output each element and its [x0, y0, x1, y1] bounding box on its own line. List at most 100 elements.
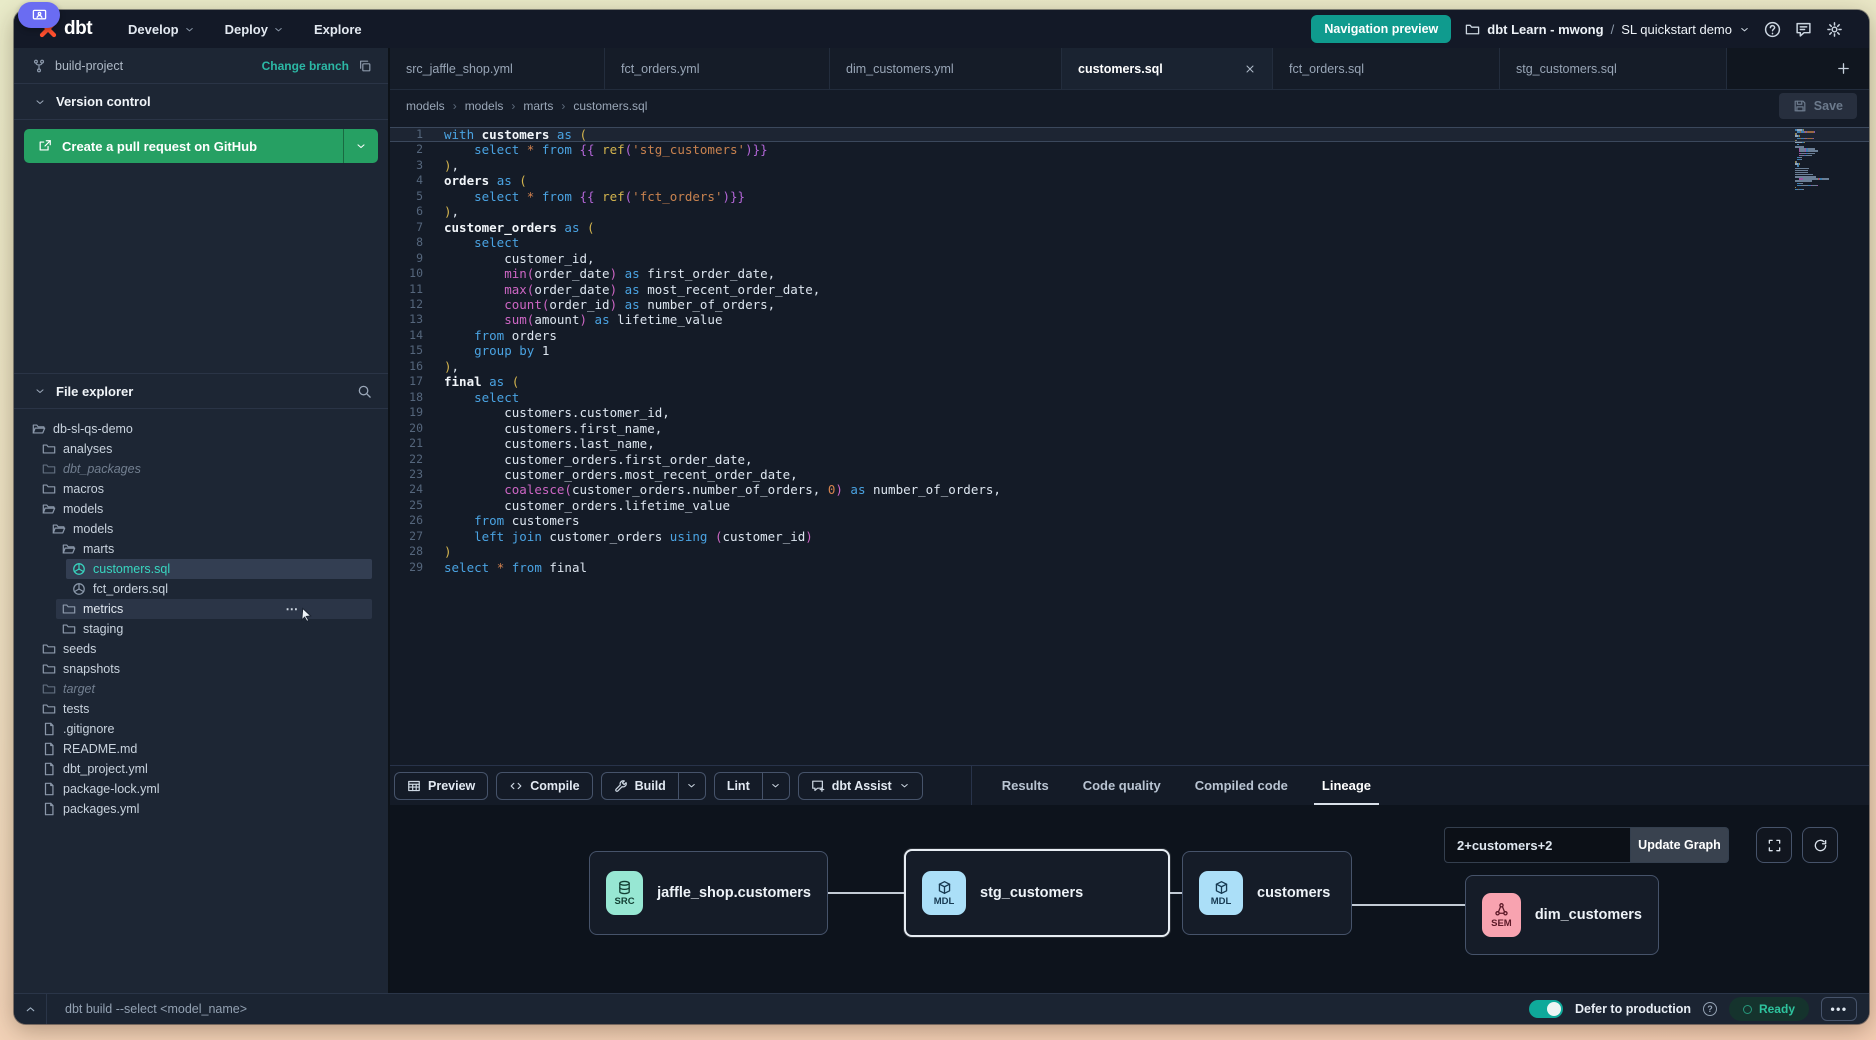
panel-tab-code-quality[interactable]: Code quality — [1083, 766, 1161, 805]
lineage-search-input[interactable] — [1444, 827, 1631, 863]
save-button[interactable]: Save — [1779, 93, 1857, 119]
compile-button[interactable]: Compile — [496, 772, 592, 800]
tree-item-packages-yml[interactable]: packages.yml — [36, 799, 372, 819]
tree-item-models[interactable]: models — [46, 519, 372, 539]
close-icon[interactable] — [1244, 63, 1256, 75]
crumb-2[interactable]: marts — [523, 99, 553, 113]
update-graph-button[interactable]: Update Graph — [1631, 827, 1729, 863]
tree-item-target[interactable]: target — [36, 679, 372, 699]
chevron-down-icon — [686, 780, 697, 791]
lint-button[interactable]: Lint — [714, 772, 790, 800]
tree-item-metrics[interactable]: metrics⋯ — [56, 599, 372, 619]
database-icon — [617, 880, 632, 895]
tree-item--gitignore[interactable]: .gitignore — [36, 719, 372, 739]
new-tab-button[interactable] — [1836, 61, 1851, 76]
file-explorer-header[interactable]: File explorer — [14, 373, 388, 409]
more-options-button[interactable]: ••• — [1821, 997, 1857, 1021]
editor-tab-stg-customers-sql[interactable]: stg_customers.sql — [1500, 48, 1727, 89]
tree-item-fct-orders-sql[interactable]: fct_orders.sql — [66, 579, 372, 599]
tree-item-snapshots[interactable]: snapshots — [36, 659, 372, 679]
crumb-separator: › — [511, 99, 515, 113]
tree-item-db-sl-qs-demo[interactable]: db-sl-qs-demo — [26, 419, 372, 439]
editor-tab-dim-customers-yml[interactable]: dim_customers.yml — [830, 48, 1062, 89]
copy-icon[interactable] — [358, 59, 372, 73]
branch-name: build-project — [55, 59, 123, 73]
lineage-node-jaffle-shop-customers[interactable]: SRCjaffle_shop.customers — [589, 851, 828, 935]
tab-label: customers.sql — [1078, 62, 1163, 76]
tree-item-label: customers.sql — [93, 562, 170, 576]
tree-item-models[interactable]: models — [36, 499, 372, 519]
folder-open-icon — [62, 542, 76, 556]
row-menu-button[interactable]: ⋯ — [286, 601, 301, 616]
folder-icon — [62, 602, 76, 616]
change-branch-link[interactable]: Change branch — [262, 59, 349, 73]
dropdown-caret-button[interactable] — [679, 773, 705, 799]
line-number: 3 — [390, 158, 436, 173]
code-line-27: 27 left join customer_orders using (cust… — [390, 529, 1869, 544]
line-number: 18 — [390, 390, 436, 405]
tabbar-filler — [1727, 48, 1869, 89]
version-control-header[interactable]: Version control — [14, 84, 388, 120]
file-icon — [42, 802, 56, 816]
tree-item-label: models — [73, 522, 113, 536]
pr-dropdown-button[interactable] — [344, 129, 378, 163]
defer-help-icon[interactable]: ? — [1703, 1002, 1717, 1016]
editor-minimap[interactable] — [1795, 129, 1857, 191]
editor-tab-fct-orders-sql[interactable]: fct_orders.sql — [1273, 48, 1500, 89]
editor-tab-customers-sql[interactable]: customers.sql — [1062, 48, 1273, 89]
defer-toggle[interactable] — [1529, 1000, 1563, 1018]
editor-tab-src-jaffle-shop-yml[interactable]: src_jaffle_shop.yml — [390, 48, 605, 89]
tree-item-macros[interactable]: macros — [36, 479, 372, 499]
code-editor[interactable]: 1with customers as (2 select * from {{ r… — [390, 122, 1869, 765]
tree-item-staging[interactable]: staging — [56, 619, 372, 639]
tree-item-customers-sql[interactable]: customers.sql — [66, 559, 372, 579]
tree-item-seeds[interactable]: seeds — [36, 639, 372, 659]
menu-explore[interactable]: Explore — [314, 22, 362, 37]
search-icon[interactable] — [357, 384, 372, 399]
editor-tab-fct-orders-yml[interactable]: fct_orders.yml — [605, 48, 830, 89]
crumb-3[interactable]: customers.sql — [573, 99, 647, 113]
line-number: 13 — [390, 312, 436, 327]
help-icon[interactable] — [1764, 21, 1781, 38]
preview-button[interactable]: Preview — [394, 772, 488, 800]
tree-item-analyses[interactable]: analyses — [36, 439, 372, 459]
lineage-node-stg-customers[interactable]: MDLstg_customers — [904, 849, 1170, 937]
lineage-search-group: Update Graph — [1444, 827, 1729, 863]
create-pr-button[interactable]: Create a pull request on GitHub — [24, 129, 378, 163]
project-switcher[interactable]: dbt Learn - mwong / SL quickstart demo — [1465, 22, 1750, 37]
fullscreen-button[interactable] — [1756, 827, 1792, 863]
lineage-canvas[interactable]: Update Graph SRCjaffle_shop.customers MDL… — [390, 805, 1869, 993]
code-line-15: 15 group by 1 — [390, 343, 1869, 358]
panel-tab-lineage[interactable]: Lineage — [1322, 766, 1371, 805]
tree-item-dbt-project-yml[interactable]: dbt_project.yml — [36, 759, 372, 779]
mouse-cursor-icon — [299, 607, 314, 622]
refresh-button[interactable] — [1802, 827, 1838, 863]
code-line-1: 1with customers as ( — [390, 127, 1869, 142]
line-number: 9 — [390, 251, 436, 266]
navigation-preview-button[interactable]: Navigation preview — [1311, 15, 1451, 43]
tree-item-tests[interactable]: tests — [36, 699, 372, 719]
command-panel-expand[interactable] — [14, 994, 47, 1024]
refresh-icon — [1813, 838, 1828, 853]
lineage-node-customers[interactable]: MDLcustomers — [1182, 851, 1352, 935]
crumb-0[interactable]: models — [406, 99, 445, 113]
editor-tabbar: src_jaffle_shop.ymlfct_orders.ymldim_cus… — [390, 48, 1869, 90]
tree-item-marts[interactable]: marts — [56, 539, 372, 559]
feedback-icon[interactable] — [1795, 21, 1812, 38]
menu-develop[interactable]: Develop — [128, 22, 195, 37]
tab-label: stg_customers.sql — [1516, 62, 1617, 76]
panel-tab-compiled-code[interactable]: Compiled code — [1195, 766, 1288, 805]
dropdown-caret-button[interactable] — [763, 773, 789, 799]
gear-icon[interactable] — [1826, 21, 1843, 38]
tree-item-dbt-packages[interactable]: dbt_packages — [36, 459, 372, 479]
tree-item-readme-md[interactable]: README.md — [36, 739, 372, 759]
dbt-assist-button[interactable]: dbt Assist — [798, 772, 923, 800]
panel-tab-results[interactable]: Results — [1002, 766, 1049, 805]
command-input[interactable]: dbt build --select <model_name> — [65, 1002, 247, 1016]
menu-deploy[interactable]: Deploy — [225, 22, 284, 37]
crumb-1[interactable]: models — [465, 99, 504, 113]
lineage-node-dim-customers[interactable]: SEMdim_customers — [1465, 875, 1659, 955]
build-button[interactable]: Build — [601, 772, 706, 800]
tree-item-package-lock-yml[interactable]: package-lock.yml — [36, 779, 372, 799]
chevron-up-icon — [24, 1003, 37, 1016]
